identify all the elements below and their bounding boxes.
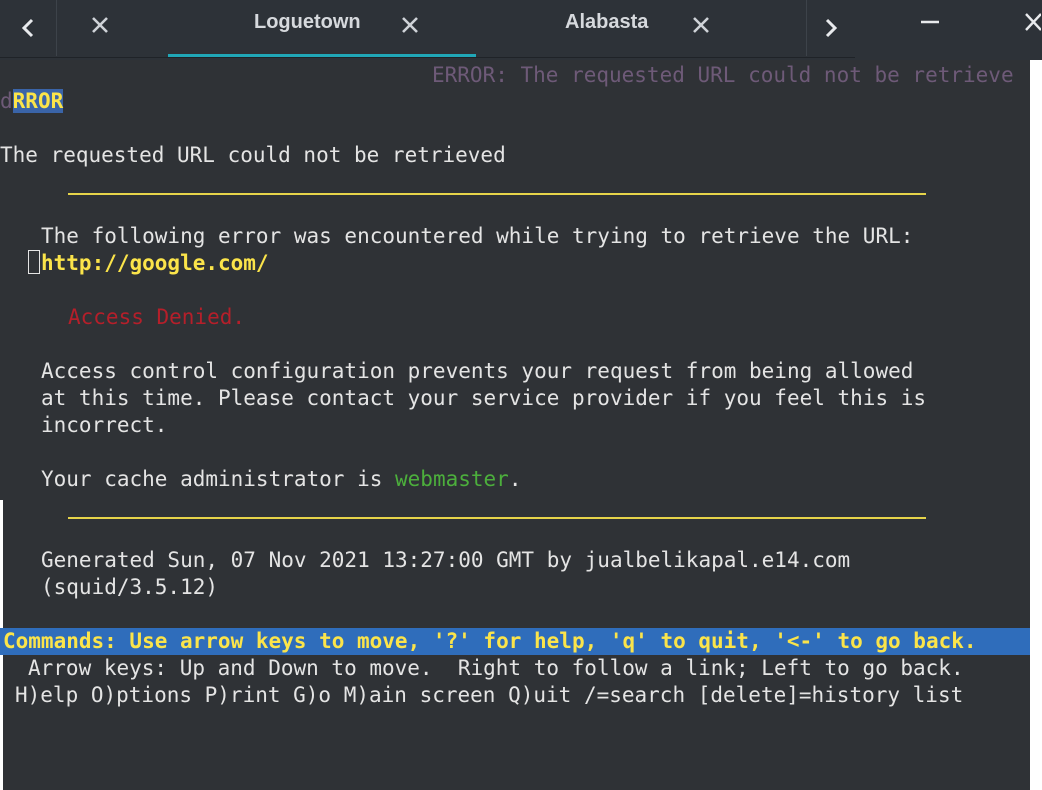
tab-close-button[interactable] [397,10,423,40]
explain-line: at this time. Please contact your servic… [41,386,927,410]
commands-hint: Commands: Use arrow keys to move, '?' fo… [3,629,977,653]
admin-suffix: . [508,467,522,491]
tab-bar-divider [0,57,855,58]
forward-button[interactable] [807,0,855,56]
screen: Loguetown Alabasta ERROR: The requested … [0,0,1042,790]
heading-fragment: d [0,89,13,113]
heading-highlight: RROR [12,89,64,113]
chevron-right-icon [825,18,838,38]
page-heading: dRROR [0,88,64,115]
minimize-button[interactable] [905,0,955,50]
chevron-left-icon [21,18,34,38]
tab-alabasta[interactable]: Alabasta [478,0,805,56]
active-tab-indicator [168,54,476,57]
horizontal-rule [68,517,926,519]
explain-line: incorrect. [41,413,168,437]
admin-text: Your cache administrator is [41,467,396,491]
url-line: http://google.com/ [28,250,269,277]
help-line: Arrow keys: Up and Down to move. Right t… [28,656,964,680]
help-line: H)elp O)ptions P)rint G)o M)ain screen Q… [15,683,964,707]
admin-line: Your cache administrator is webmaster. [41,466,521,493]
tab-close-button[interactable] [688,10,714,40]
generated-line: (squid/3.5.12) [41,575,219,599]
explain-line: Access control configuration prevents yo… [41,359,914,383]
horizontal-rule [68,193,926,195]
generated-line: Generated Sun, 07 Nov 2021 13:27:00 GMT … [41,548,851,572]
error-message: Access Denied. [68,305,246,329]
text-cursor [28,250,40,274]
minimize-icon [921,20,939,24]
tab-close-button[interactable] [87,10,113,40]
terminal-title: ERROR: The requested URL could not be re… [432,63,1014,87]
page-subtitle: The requested URL could not be retrieved [0,143,506,167]
close-icon [92,17,108,33]
tab-title: Loguetown [254,11,361,33]
right-edge [1030,60,1042,790]
close-icon [1025,13,1041,31]
tab-bar: Loguetown Alabasta [0,0,1042,60]
intro-text: The following error was encountered whil… [41,224,914,248]
tab-title: Alabasta [565,11,649,33]
webmaster-link[interactable]: webmaster [395,467,509,491]
window-close-button[interactable] [1020,0,1042,50]
tab-loguetown[interactable]: Loguetown [168,0,476,56]
terminal-view[interactable]: ERROR: The requested URL could not be re… [0,60,1030,790]
tab-1[interactable] [57,0,167,56]
close-icon [693,17,709,33]
back-button[interactable] [0,0,56,56]
close-icon [402,17,418,33]
url-link[interactable]: http://google.com/ [41,251,269,275]
